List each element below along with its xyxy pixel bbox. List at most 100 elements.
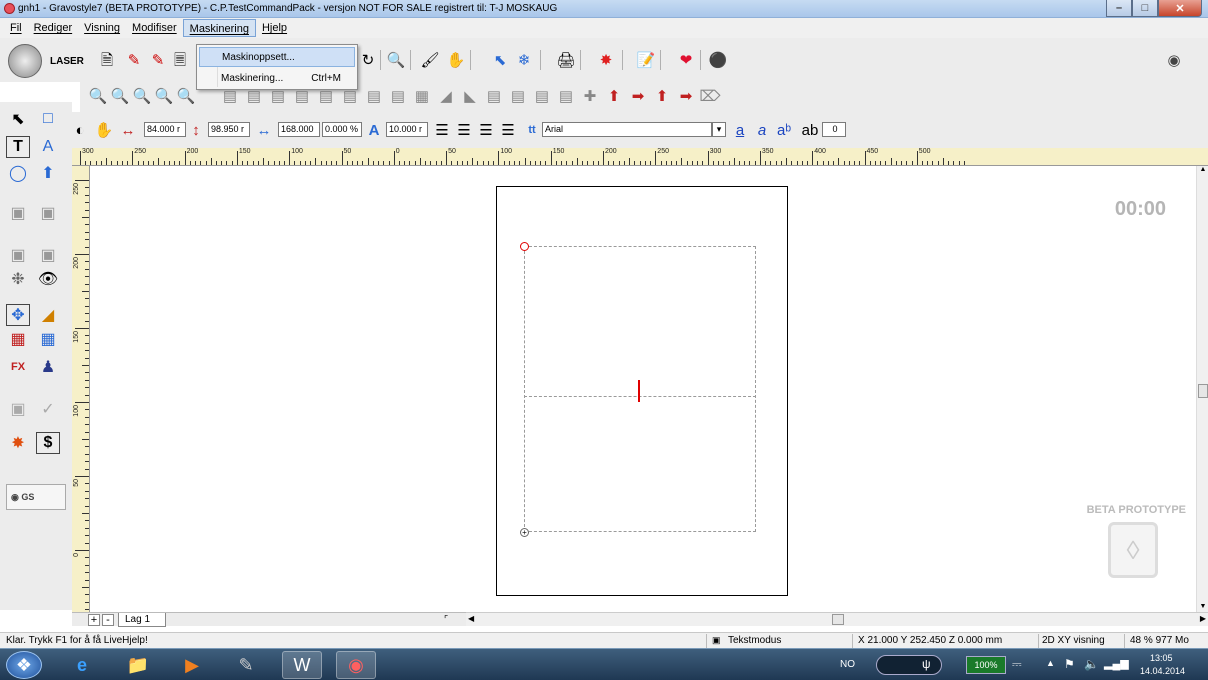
camera-icon[interactable]: ▣ bbox=[6, 398, 30, 420]
scroll-down-icon[interactable]: ▼ bbox=[1198, 603, 1208, 610]
node-tool-icon[interactable]: □ bbox=[36, 108, 60, 130]
clock-time[interactable]: 13:05 bbox=[1150, 653, 1173, 663]
array-tool-icon[interactable]: ▦ bbox=[6, 328, 30, 350]
bars-icon[interactable]: ▤ bbox=[508, 86, 528, 106]
corner-left-icon[interactable]: ◣ bbox=[460, 86, 480, 106]
clipart-icon[interactable]: ❉ bbox=[6, 268, 30, 290]
heart-icon[interactable]: ❤ bbox=[676, 50, 696, 70]
nest-tool-icon[interactable]: ▦ bbox=[36, 328, 60, 350]
engrave-burst-icon[interactable]: ✸ bbox=[6, 432, 30, 454]
spacing-field[interactable]: 0 bbox=[822, 122, 846, 137]
wireless-icon[interactable]: ψ bbox=[922, 657, 931, 671]
document-icon[interactable]: 🗏 bbox=[170, 50, 190, 70]
start-orb-icon[interactable]: ❖ bbox=[6, 651, 42, 679]
origin-marker-icon[interactable] bbox=[520, 242, 529, 251]
hscroll-thumb[interactable] bbox=[832, 614, 844, 625]
text-height-field[interactable]: 10.000 r bbox=[386, 122, 428, 137]
select-tool-icon[interactable]: ⬉ bbox=[6, 108, 30, 130]
shape-tool-icon[interactable]: ◯ bbox=[6, 162, 30, 184]
laser-logo-icon[interactable] bbox=[8, 44, 42, 78]
scroll-thumb[interactable] bbox=[1198, 384, 1208, 398]
align-center-text-icon[interactable]: ☰ bbox=[454, 120, 474, 140]
user-tool-icon[interactable]: ♟ bbox=[36, 356, 60, 378]
zoom-out-icon[interactable]: 🔍 bbox=[110, 86, 130, 106]
add-layer-button[interactable]: + bbox=[88, 614, 100, 626]
print-icon[interactable]: 🖨 bbox=[556, 50, 576, 70]
vectorize-tool-icon[interactable]: ▣ bbox=[36, 202, 60, 224]
battery-indicator[interactable]: 100% bbox=[966, 656, 1006, 674]
shop-cart-icon[interactable]: ⚫ bbox=[708, 50, 728, 70]
width-field[interactable]: 168.000 bbox=[278, 122, 320, 137]
barcode-tool-icon[interactable]: ▣ bbox=[36, 244, 60, 266]
align-left-text-icon[interactable]: ☰ bbox=[432, 120, 452, 140]
gravostyle-task-icon[interactable]: ◉ bbox=[336, 651, 376, 679]
menu-modifiser[interactable]: Modifiser bbox=[126, 19, 183, 37]
clock-date[interactable]: 14.04.2014 bbox=[1140, 666, 1185, 676]
minimize-button[interactable]: – bbox=[1106, 0, 1132, 17]
arrow-top-icon[interactable]: ⬆ bbox=[604, 86, 624, 106]
eye-preview-icon[interactable]: 👁 bbox=[36, 268, 60, 290]
maximize-button[interactable]: □ bbox=[1132, 0, 1158, 17]
text-tool-icon[interactable]: T bbox=[6, 136, 30, 158]
scroll-right-icon[interactable]: ▶ bbox=[1200, 614, 1206, 623]
menu-maskinering[interactable]: Maskinering bbox=[182, 19, 256, 37]
grid-icon[interactable]: ▦ bbox=[412, 86, 432, 106]
check-tool-icon[interactable]: ✓ bbox=[36, 398, 60, 420]
image-tool-icon[interactable]: ▣ bbox=[6, 202, 30, 224]
cost-estimate-icon[interactable]: $ bbox=[36, 432, 60, 454]
file-explorer-icon[interactable]: 📁 bbox=[118, 651, 158, 679]
stack-icon[interactable]: ▤ bbox=[556, 86, 576, 106]
remove-layer-button[interactable]: - bbox=[102, 614, 114, 626]
superscript-icon[interactable]: aᵇ bbox=[774, 120, 794, 140]
media-player-icon[interactable]: ▶ bbox=[172, 651, 212, 679]
volume-icon[interactable]: 🔈 bbox=[1084, 657, 1099, 671]
tray-expand-icon[interactable]: ▲ bbox=[1046, 658, 1055, 668]
color-wheel-icon[interactable]: ◐ bbox=[70, 120, 90, 140]
word-icon[interactable]: W bbox=[282, 651, 322, 679]
new-document-icon[interactable]: 🗎 bbox=[97, 50, 117, 70]
font-select[interactable]: Arial bbox=[542, 122, 712, 137]
select-arrow-icon[interactable]: ⬉ bbox=[490, 50, 510, 70]
scroll-up-icon[interactable]: ▲ bbox=[1198, 166, 1208, 173]
hand-icon[interactable]: ✋ bbox=[94, 120, 114, 140]
menu-item-maskinoppsett[interactable]: Maskinoppsett... bbox=[199, 47, 355, 67]
refresh-icon[interactable]: ↻ bbox=[358, 50, 378, 70]
laser-burst-icon[interactable]: ✸ bbox=[596, 50, 616, 70]
vertical-scrollbar[interactable]: ▲ ▼ bbox=[1196, 166, 1208, 612]
ruler-triangle-icon[interactable]: ◢ bbox=[36, 304, 60, 326]
menu-visning[interactable]: Visning bbox=[78, 19, 126, 37]
align-right-text-icon[interactable]: ☰ bbox=[476, 120, 496, 140]
arrow-up2-icon[interactable]: ⬆ bbox=[652, 86, 672, 106]
snowflake-icon[interactable]: ❄ bbox=[514, 50, 534, 70]
center-both-icon[interactable]: ▤ bbox=[388, 86, 408, 106]
app-icon[interactable] bbox=[4, 3, 15, 14]
fx-effects-icon[interactable]: FX bbox=[6, 356, 30, 378]
percent-field[interactable]: 0.000 % bbox=[322, 122, 362, 137]
zoom-page-icon[interactable]: 🔍 bbox=[154, 86, 174, 106]
drawing-canvas[interactable]: + 00:00 BETA PROTOTYPE ◊ bbox=[91, 166, 1196, 612]
menu-item-maskinering[interactable]: Maskinering... Ctrl+M bbox=[199, 69, 355, 89]
close-button[interactable]: ✕ bbox=[1158, 0, 1202, 17]
italic-icon[interactable]: a bbox=[752, 120, 772, 140]
horizontal-scrollbar[interactable]: ◀ ▶ bbox=[466, 612, 1208, 626]
layer-tab-lag1[interactable]: Lag 1 bbox=[118, 613, 166, 627]
menu-hjelp[interactable]: Hjelp bbox=[256, 19, 293, 37]
zoom-selection-icon[interactable]: 🔍 bbox=[176, 86, 196, 106]
zoom-fit-icon[interactable]: 🔍 bbox=[132, 86, 152, 106]
app-pen-icon[interactable]: ✎ bbox=[226, 651, 266, 679]
zoom-icon[interactable]: 🔍 bbox=[386, 50, 406, 70]
notes-icon[interactable]: 📝 bbox=[636, 50, 656, 70]
font-dropdown-icon[interactable]: ▾ bbox=[712, 122, 726, 137]
plug-icon[interactable]: ⎓ bbox=[1012, 657, 1022, 672]
crosshair-marker-icon[interactable]: + bbox=[520, 528, 529, 537]
brush-icon[interactable]: 🖌 bbox=[420, 50, 440, 70]
corner-top-icon[interactable]: ◢ bbox=[436, 86, 456, 106]
underline-icon[interactable]: a bbox=[730, 120, 750, 140]
stair-icon[interactable]: ▤ bbox=[484, 86, 504, 106]
bracket-icon[interactable]: ⌦ bbox=[699, 86, 720, 106]
x-position-field[interactable]: 84.000 r bbox=[144, 122, 186, 137]
menu-fil[interactable]: Fil bbox=[4, 19, 28, 37]
hand-pan-icon[interactable]: ✋ bbox=[446, 50, 466, 70]
language-indicator[interactable]: NO bbox=[840, 659, 855, 670]
bar-chart-icon[interactable]: ▤ bbox=[532, 86, 552, 106]
